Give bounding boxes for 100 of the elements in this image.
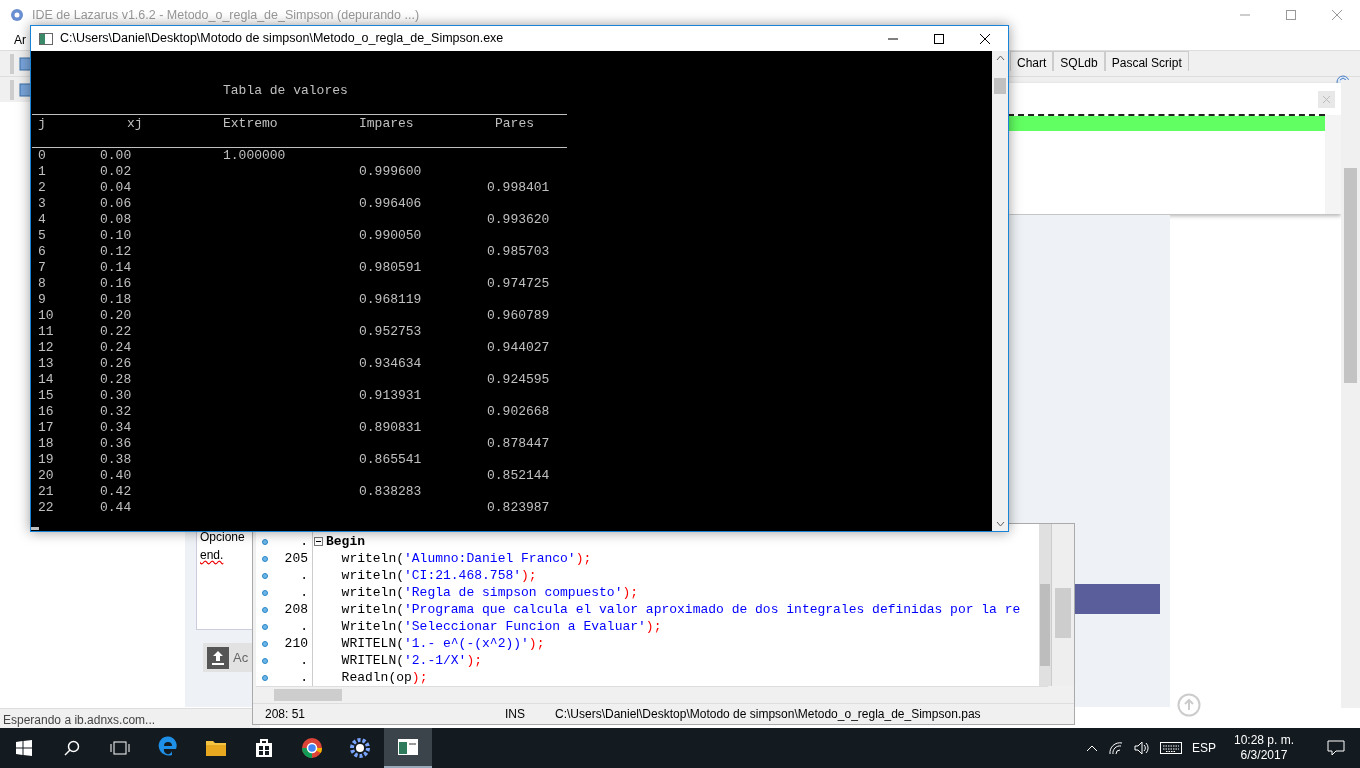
taskbar-app[interactable] [384,728,432,768]
table-cell-text: 0.838283 [359,484,423,500]
table-cell-text: 13 [38,356,55,372]
scrollbar[interactable] [1051,524,1074,686]
table-cell-text: 0.985703 [487,244,551,260]
line-number: . [299,532,309,551]
table-cell-text: 1.000000 [223,148,287,164]
column-header: Extremo [223,116,279,132]
scrollbar-thumb[interactable] [994,78,1006,94]
table-cell-text: 0.974725 [487,276,551,292]
status-text: Esperando a ib.adnxs.com... [0,708,260,728]
table-cell-text: 22 [38,500,55,516]
gear-icon [8,6,26,24]
table-cell-text: 0.12 [100,244,133,260]
scroll-down-icon[interactable] [995,521,1005,527]
cursor-position: 208: 51 [264,705,307,723]
line-number: . [299,617,309,636]
table-cell-text: 11 [38,324,55,340]
line-number: . [299,583,309,602]
console-app-icon [39,32,53,45]
table-cell-text: 0.14 [100,260,133,276]
table-cell-text: 0.32 [100,404,133,420]
table-cell-text: 2 [38,180,47,196]
table-cell-text: 7 [38,260,47,276]
menu-item[interactable]: Ar [14,31,26,49]
table-cell-text: 3 [38,196,47,212]
maximize-icon [934,33,944,44]
component-tab[interactable]: SQLdb [1053,51,1105,71]
table-cell-text: 0.996406 [359,196,423,212]
text-cursor [31,527,39,530]
table-cell-text: 0.18 [100,292,133,308]
upload-icon [207,646,229,669]
scroll-up-icon[interactable] [995,55,1005,61]
line-marker-icon [262,674,268,681]
table-cell-text: 0.980591 [359,260,423,276]
table-cell-text: 6 [38,244,47,260]
table-cell-text: 0.913931 [359,388,423,404]
scrollbar[interactable] [1039,524,1051,686]
close-icon [1332,10,1342,20]
horizontal-scrollbar[interactable] [256,686,1048,703]
scrollbar[interactable] [992,51,1008,531]
table-cell-text: 14 [38,372,55,388]
table-cell-text: 0.20 [100,308,133,324]
component-tab[interactable]: Chart [1010,51,1054,71]
code-line: writeln('Regla de simpson compuesto'); [340,584,640,601]
wifi-icon[interactable] [1107,741,1124,755]
line-marker-icon [262,623,268,630]
toolbar-grip-icon [10,53,14,74]
line-marker-icon [262,538,268,545]
upload-button[interactable]: Ac [203,643,255,672]
table-cell-text: 0.34 [100,420,133,436]
table-cell-text: 5 [38,228,47,244]
scrollbar[interactable] [1325,115,1341,214]
speaker-icon[interactable] [1133,741,1150,755]
file-path: C:\Users\Daniel\Desktop\Motodo de simpson\Metodo_o_regla_de_Simpson.pas [554,705,982,723]
panel-text: end. [200,547,225,564]
table-cell-text: 0.865541 [359,452,423,468]
code-line: Begin [326,533,366,550]
line-number: 205 [283,549,309,568]
table-cell-text: 0.993620 [487,212,551,228]
table-cell-text: 0.08 [100,212,133,228]
table-cell-text: 0.28 [100,372,133,388]
clock-date[interactable]: 6/3/2017 [1233,748,1294,763]
table-cell-text: 0.24 [100,340,133,356]
code-line: writeln('Alumno:Daniel Franco'); [340,550,593,567]
column-header: Pares [495,116,535,132]
table-cell-text: 0.30 [100,388,133,404]
panel-text: Opcione [200,529,246,546]
table-cell-text: 0.968119 [359,292,423,308]
column-header: Impares [359,116,415,132]
table-cell-text: 0.960789 [487,308,551,324]
windows-logo-icon [16,740,32,756]
chevron-up-icon[interactable] [1085,744,1098,752]
column-header: xj [127,116,144,132]
collapse-icon[interactable] [314,537,323,546]
table-cell-text: 20 [38,468,55,484]
table-cell-text: 12 [38,340,55,356]
table-cell-text: 0.10 [100,228,133,244]
scrollbar[interactable] [1341,80,1360,708]
language-indicator[interactable]: ESP [1191,739,1216,757]
table-cell-text: 0.02 [100,164,133,180]
window-title: IDE de Lazarus v1.6.2 - Metodo_o_regla_de_Simpson (depurando ...) [32,6,420,24]
line-marker-icon [262,572,268,579]
close-icon [980,33,990,44]
line-number: 208 [283,600,309,619]
table-cell-text: 18 [38,436,55,452]
keyboard-icon[interactable] [1159,742,1182,754]
component-tab[interactable]: Pascal Script [1104,51,1189,71]
table-cell-text: 16 [38,404,55,420]
table-cell-text: 0.999600 [359,164,423,180]
line-marker-icon [262,555,268,562]
toolbar-grip-icon [10,79,14,100]
table-cell-text: 0.06 [100,196,133,212]
table-title: Tabla de valores [222,83,349,99]
line-marker-icon [262,640,268,647]
table-cell-text: 0.952753 [359,324,423,340]
line-number: . [299,651,309,670]
table-cell-text: 0.878447 [487,436,551,452]
table-cell-text: 0.924595 [487,372,551,388]
clock-time[interactable]: 10:28 p. m. [1233,733,1294,748]
